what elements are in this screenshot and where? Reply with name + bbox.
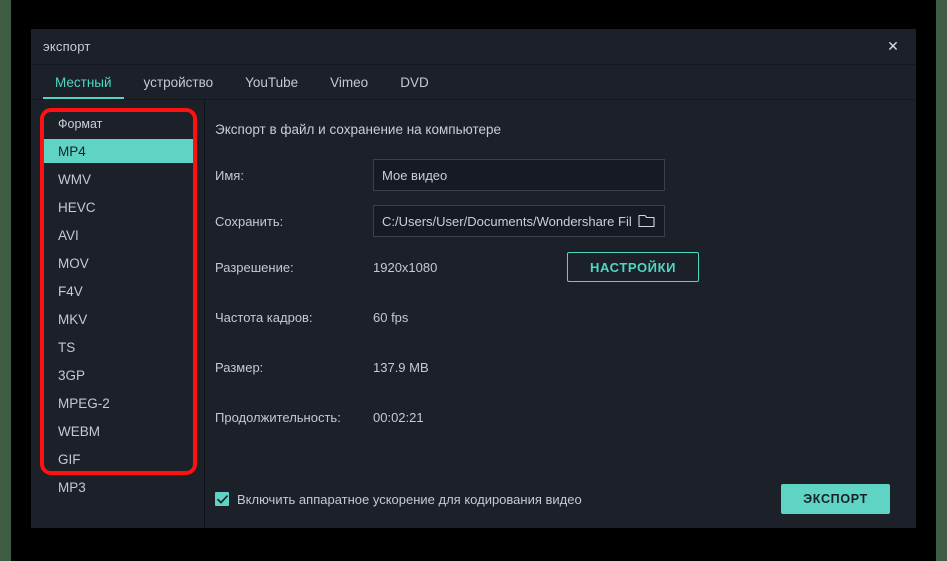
format-item-hevc[interactable]: HEVC — [40, 195, 196, 219]
format-item-wmv[interactable]: WMV — [40, 167, 196, 191]
format-label: MOV — [58, 255, 89, 271]
format-box: Формат MP4 WMV HEVC AVI MOV F4V MKV TS 3… — [40, 111, 196, 499]
dialog-footer: Включить аппаратное ускорение для кодиро… — [205, 470, 916, 528]
format-item-ts[interactable]: TS — [40, 335, 196, 359]
format-label: TS — [58, 339, 76, 355]
format-item-3gp[interactable]: 3GP — [40, 363, 196, 387]
checkmark-icon — [215, 492, 229, 506]
size-label: Размер: — [215, 359, 264, 375]
format-header: Формат — [58, 117, 103, 131]
framerate-label: Частота кадров: — [215, 309, 313, 325]
row-name: Имя: Мое видео — [213, 159, 916, 191]
format-label: F4V — [58, 283, 83, 299]
duration-label: Продолжительность: — [215, 409, 341, 425]
desktop-edge-strip-right — [936, 0, 947, 561]
tab-label: YouTube — [245, 74, 299, 90]
format-label: MKV — [58, 311, 88, 327]
export-dialog: экспорт ✕ Местный устройство YouTube Vim… — [31, 29, 916, 528]
format-item-avi[interactable]: AVI — [40, 223, 196, 247]
duration-value: 00:02:21 — [373, 409, 424, 425]
hardware-acceleration-label: Включить аппаратное ускорение для кодиро… — [237, 491, 582, 507]
close-icon[interactable]: ✕ — [870, 29, 916, 65]
dialog-body: Формат MP4 WMV HEVC AVI MOV F4V MKV TS 3… — [31, 100, 916, 528]
format-label: MPEG-2 — [58, 395, 110, 411]
format-label: WEBM — [58, 423, 100, 439]
tab-label: устройство — [143, 74, 214, 90]
format-label: MP4 — [58, 143, 86, 159]
tab-youtube[interactable]: YouTube — [229, 65, 314, 99]
save-path-value: C:/Users/User/Documents/Wondershare Film — [382, 213, 632, 229]
row-size: Размер: 137.9 MB — [213, 351, 916, 383]
hardware-acceleration-checkbox[interactable]: Включить аппаратное ускорение для кодиро… — [215, 492, 582, 507]
screen: экспорт ✕ Местный устройство YouTube Vim… — [0, 0, 947, 561]
save-label: Сохранить: — [215, 213, 284, 229]
format-item-mp4[interactable]: MP4 — [40, 139, 196, 163]
format-panel: Формат MP4 WMV HEVC AVI MOV F4V MKV TS 3… — [31, 100, 205, 528]
format-item-mpeg2[interactable]: MPEG-2 — [40, 391, 196, 415]
settings-button[interactable]: НАСТРОЙКИ — [567, 252, 700, 282]
format-label: AVI — [58, 227, 79, 243]
tab-dvd[interactable]: DVD — [384, 65, 445, 99]
resolution-label: Разрешение: — [215, 259, 294, 275]
export-button[interactable]: ЭКСПОРТ — [781, 484, 890, 514]
tab-label: Vimeo — [330, 74, 369, 90]
framerate-value: 60 fps — [373, 309, 409, 325]
settings-form: Экспорт в файл и сохранение на компьютер… — [205, 100, 916, 470]
format-item-f4v[interactable]: F4V — [40, 279, 196, 303]
dialog-title: экспорт — [43, 39, 91, 54]
dialog-titlebar: экспорт ✕ — [31, 29, 916, 65]
format-item-mp3[interactable]: MP3 — [40, 475, 196, 499]
format-label: 3GP — [58, 367, 86, 383]
format-item-gif[interactable]: GIF — [40, 447, 196, 471]
name-label: Имя: — [215, 167, 244, 183]
row-save-path: Сохранить: C:/Users/User/Documents/Wonde… — [213, 205, 916, 237]
row-resolution: Разрешение: 1920x1080 НАСТРОЙКИ — [213, 251, 916, 283]
desktop-edge-strip-left — [0, 0, 11, 561]
tab-label: DVD — [400, 74, 429, 90]
name-input-value: Мое видео — [382, 167, 448, 183]
format-item-webm[interactable]: WEBM — [40, 419, 196, 443]
tab-bar: Местный устройство YouTube Vimeo DVD — [31, 65, 916, 100]
tab-local[interactable]: Местный — [39, 65, 128, 99]
format-item-mov[interactable]: MOV — [40, 251, 196, 275]
export-settings-panel: Экспорт в файл и сохранение на компьютер… — [205, 100, 916, 528]
tab-device[interactable]: устройство — [128, 65, 230, 99]
format-label: MP3 — [58, 479, 86, 495]
format-label: HEVC — [58, 199, 96, 215]
format-label: GIF — [58, 451, 81, 467]
save-path-input[interactable]: C:/Users/User/Documents/Wondershare Film — [373, 205, 665, 237]
tab-label: Местный — [55, 74, 112, 90]
size-value: 137.9 MB — [373, 359, 429, 375]
folder-icon[interactable] — [636, 212, 656, 230]
row-duration: Продолжительность: 00:02:21 — [213, 401, 916, 433]
row-framerate: Частота кадров: 60 fps — [213, 301, 916, 333]
format-list: MP4 WMV HEVC AVI MOV F4V MKV TS 3GP MPEG… — [40, 139, 196, 499]
format-item-mkv[interactable]: MKV — [40, 307, 196, 331]
format-label: WMV — [58, 171, 91, 187]
section-title: Экспорт в файл и сохранение на компьютер… — [215, 122, 502, 137]
resolution-value: 1920x1080 — [373, 259, 438, 275]
tab-vimeo[interactable]: Vimeo — [314, 65, 384, 99]
name-input[interactable]: Мое видео — [373, 159, 665, 191]
